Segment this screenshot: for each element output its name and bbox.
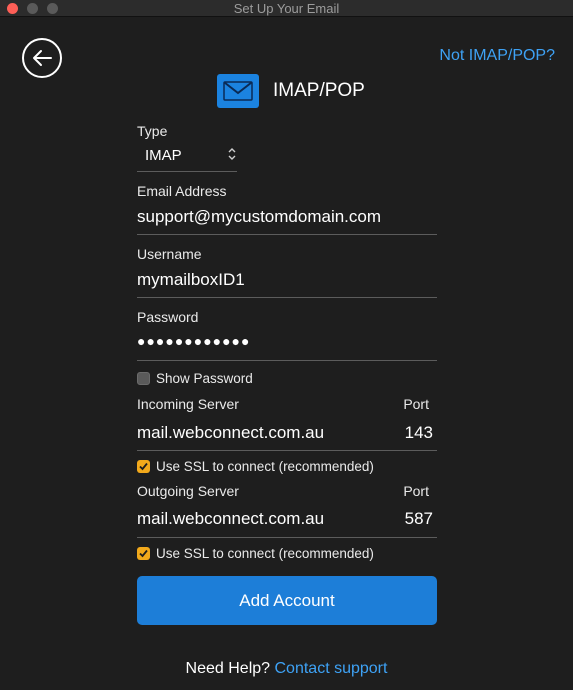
page-title: IMAP/POP [273, 80, 365, 101]
username-label: Username [137, 246, 202, 262]
username-underline [137, 297, 437, 298]
email-underline [137, 234, 437, 235]
title-bar: Set Up Your Email [0, 0, 573, 17]
outgoing-server-value: mail.webconnect.com.au [137, 509, 325, 528]
username-field[interactable]: mymailboxID1 [137, 267, 437, 295]
email-value: support@mycustomdomain.com [137, 207, 382, 226]
incoming-port-label: Port [403, 396, 429, 412]
help-footer: Need Help? Contact support [0, 660, 573, 678]
outgoing-port-field[interactable]: 587 [392, 507, 437, 535]
type-select[interactable]: IMAP [137, 140, 237, 172]
outgoing-ssl-label: Use SSL to connect (recommended) [156, 545, 374, 561]
help-prefix: Need Help? [185, 660, 271, 677]
account-type-header: IMAP/POP [217, 73, 365, 109]
password-field[interactable]: ●●●●●●●●●●●● [137, 330, 437, 358]
back-button[interactable] [22, 38, 62, 78]
outgoing-server-field[interactable]: mail.webconnect.com.au [137, 507, 387, 535]
outgoing-server-label: Outgoing Server [137, 483, 239, 499]
type-select-underline [137, 171, 237, 172]
arrow-left-icon [33, 50, 52, 66]
updown-chevron-icon [228, 148, 236, 160]
type-label: Type [137, 123, 168, 139]
add-account-button[interactable]: Add Account [137, 576, 437, 625]
outgoing-ssl-checkbox[interactable]: Use SSL to connect (recommended) [137, 545, 374, 561]
password-value: ●●●●●●●●●●●● [137, 333, 251, 349]
mail-envelope-icon [217, 74, 259, 108]
incoming-underline [137, 450, 437, 451]
show-password-checkbox[interactable]: Show Password [137, 370, 253, 386]
email-field[interactable]: support@mycustomdomain.com [137, 204, 437, 232]
username-value: mymailboxID1 [137, 270, 245, 289]
incoming-server-value: mail.webconnect.com.au [137, 423, 325, 442]
password-label: Password [137, 309, 199, 325]
contact-support-link[interactable]: Contact support [275, 660, 388, 677]
incoming-server-label: Incoming Server [137, 396, 239, 412]
type-select-value: IMAP [145, 147, 182, 164]
incoming-port-field[interactable]: 143 [392, 421, 437, 449]
checkbox-checked-icon [137, 546, 150, 560]
outgoing-port-value: 587 [404, 509, 433, 528]
password-underline [137, 360, 437, 361]
incoming-ssl-checkbox[interactable]: Use SSL to connect (recommended) [137, 458, 374, 474]
not-imap-pop-link[interactable]: Not IMAP/POP? [439, 47, 555, 65]
checkbox-unchecked-icon [137, 371, 150, 385]
window-title: Set Up Your Email [233, 1, 340, 16]
outgoing-underline [137, 537, 437, 538]
incoming-ssl-label: Use SSL to connect (recommended) [156, 458, 374, 474]
outgoing-port-label: Port [403, 483, 429, 499]
email-label: Email Address [137, 183, 227, 199]
incoming-port-value: 143 [404, 423, 433, 442]
show-password-label: Show Password [156, 370, 253, 386]
checkbox-checked-icon [137, 459, 150, 473]
incoming-server-field[interactable]: mail.webconnect.com.au [137, 421, 387, 449]
